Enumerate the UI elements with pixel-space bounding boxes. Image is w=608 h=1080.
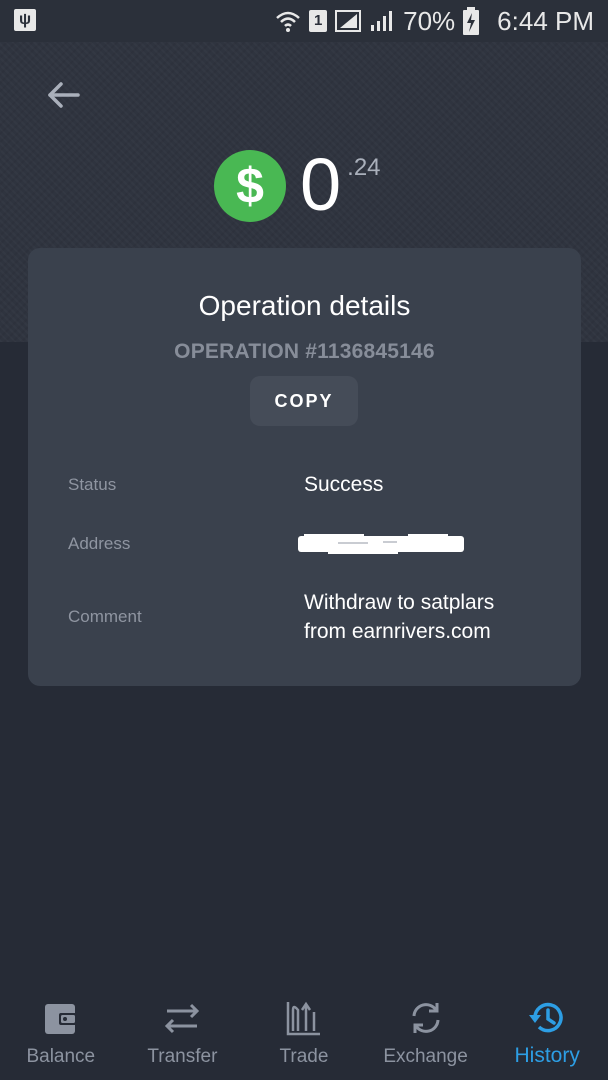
nav-label-trade: Trade <box>279 1046 329 1067</box>
arrow-left-icon <box>48 82 80 108</box>
nav-transfer[interactable]: Transfer <box>122 990 244 1080</box>
operation-number: OPERATION #1136845146 <box>174 340 435 363</box>
signal-icon-1 <box>335 10 362 32</box>
bottom-navigation: Balance Transfer Trade Exchange History <box>0 990 608 1080</box>
nav-trade[interactable]: Trade <box>243 990 365 1080</box>
status-bar-right: 1 70% 6:44 PM <box>275 0 594 42</box>
status-bar: ψ 1 70% 6:44 PM <box>0 0 608 42</box>
operation-details-card: Operation details OPERATION #1136845146 … <box>28 248 581 686</box>
nav-label-exchange: Exchange <box>383 1046 468 1067</box>
operation-details-screen: ψ 1 70% 6:44 PM $ 0 .24 Operation detail… <box>0 0 608 1080</box>
dollar-icon: $ <box>214 150 286 222</box>
trade-chart-icon <box>286 1001 320 1036</box>
nav-exchange[interactable]: Exchange <box>365 990 487 1080</box>
status-value: Success <box>304 473 384 496</box>
comment-value: Withdraw to satplars from earnrivers.com <box>304 591 495 643</box>
transfer-arrows-icon <box>165 1003 200 1034</box>
comment-label: Comment <box>68 607 142 626</box>
wallet-icon <box>44 1004 77 1034</box>
status-label: Status <box>68 475 117 494</box>
nav-label-balance: Balance <box>26 1046 96 1067</box>
card-title: Operation details <box>198 290 411 321</box>
copy-button[interactable]: COPY <box>250 376 358 426</box>
nav-label-transfer: Transfer <box>147 1046 218 1067</box>
battery-charging-icon <box>463 7 480 35</box>
balance-fraction: .24 <box>347 154 381 181</box>
nav-balance[interactable]: Balance <box>0 990 122 1080</box>
nav-history[interactable]: History <box>486 990 608 1080</box>
nav-label-history: History <box>514 1044 580 1067</box>
address-label: Address <box>68 534 131 553</box>
clock: 6:44 PM <box>497 5 594 36</box>
back-button[interactable] <box>44 78 82 112</box>
exchange-cycle-icon <box>412 1003 440 1033</box>
usb-icon: ψ <box>14 9 36 31</box>
balance-integer: 0 <box>300 143 342 226</box>
history-clock-icon <box>529 1002 563 1033</box>
wifi-icon <box>276 11 300 32</box>
redacted-address <box>298 534 464 554</box>
signal-icon-2 <box>371 11 393 31</box>
sim-slot-icon: 1 <box>309 10 328 32</box>
battery-percent: 70% <box>403 5 456 36</box>
balance-display: $ 0 .24 <box>214 143 381 230</box>
